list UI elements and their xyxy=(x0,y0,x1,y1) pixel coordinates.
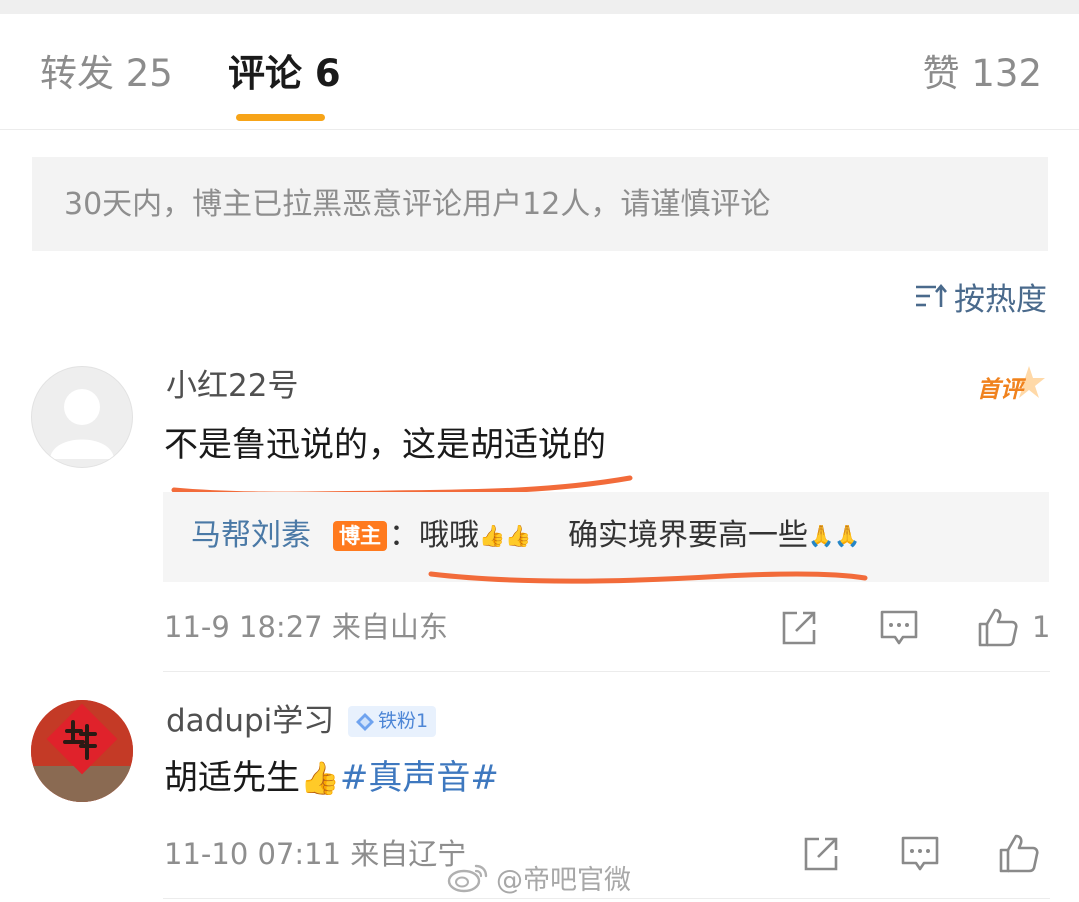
share-icon[interactable] xyxy=(801,834,841,874)
annotation-underline-2 xyxy=(428,571,868,584)
tab-forward[interactable]: 转发 25 xyxy=(40,54,173,94)
weibo-logo-icon xyxy=(447,864,488,893)
thumbs-up-emoji: 👍👍 xyxy=(479,524,532,548)
fan-badge: 铁粉1 xyxy=(348,706,437,737)
first-comment-badge: 首评 xyxy=(975,364,1047,408)
like-icon[interactable] xyxy=(976,605,1020,649)
hashtag-link[interactable]: #真声音# xyxy=(340,758,499,798)
comment-text-main: 胡适先生 xyxy=(164,758,300,798)
comment-username[interactable]: 小红22号 xyxy=(166,368,298,404)
comment-meta: 11-9 18:27 来自山东 xyxy=(164,610,448,644)
diamond-icon xyxy=(356,713,374,731)
comment-divider xyxy=(163,898,1050,899)
sort-button[interactable]: 按热度 xyxy=(914,276,1047,318)
avatar[interactable] xyxy=(31,366,133,468)
comment-divider xyxy=(163,671,1050,672)
tab-likes[interactable]: 赞 132 xyxy=(923,54,1042,94)
default-avatar-icon xyxy=(50,389,114,459)
comment-username[interactable]: dadupi学习 xyxy=(166,703,334,739)
comment-meta: 11-10 07:11 来自辽宁 xyxy=(164,837,467,871)
watermark: @帝吧官微 xyxy=(446,855,631,899)
tab-comments[interactable]: 评论 6 xyxy=(228,54,341,94)
sort-icon xyxy=(916,283,947,307)
like-icon[interactable] xyxy=(997,831,1041,875)
watermark-text: @帝吧官微 xyxy=(496,864,631,896)
notice-text: 30天内，博主已拉黑恶意评论用户12人，请谨慎评论 xyxy=(64,187,771,222)
sort-label: 按热度 xyxy=(954,281,1047,318)
reply-text-part2: 确实境界要高一些 xyxy=(568,518,808,553)
calligraphy-avatar-image xyxy=(31,700,133,802)
first-comment-label: 首评 xyxy=(977,377,1023,403)
reply-text: ：哦哦👍👍 xyxy=(389,516,531,556)
comment-text: 胡适先生👍#真声音# xyxy=(164,757,499,799)
active-tab-indicator xyxy=(236,114,325,121)
tab-bar: 转发 25 评论 6 赞 132 xyxy=(0,14,1079,130)
share-icon[interactable] xyxy=(779,608,819,648)
like-count: 1 xyxy=(1032,610,1051,644)
reply-text-part1: ：哦哦 xyxy=(389,518,479,553)
reply-text-continued: 确实境界要高一些🙏🙏 xyxy=(568,516,860,556)
comment-icon[interactable] xyxy=(899,833,941,875)
reply-author[interactable]: 马帮刘素 xyxy=(191,516,311,556)
avatar[interactable] xyxy=(31,700,133,802)
comment-icon[interactable] xyxy=(878,607,920,649)
fan-badge-label: 铁粉1 xyxy=(378,710,429,732)
author-badge: 博主 xyxy=(333,521,387,551)
comment-notice-banner: 30天内，博主已拉黑恶意评论用户12人，请谨慎评论 xyxy=(32,157,1048,251)
praying-hands-emoji: 🙏🙏 xyxy=(808,524,861,548)
comment-text: 不是鲁迅说的，这是胡适说的 xyxy=(164,425,606,465)
status-strip xyxy=(0,0,1079,14)
thumbs-up-emoji: 👍 xyxy=(300,759,340,797)
